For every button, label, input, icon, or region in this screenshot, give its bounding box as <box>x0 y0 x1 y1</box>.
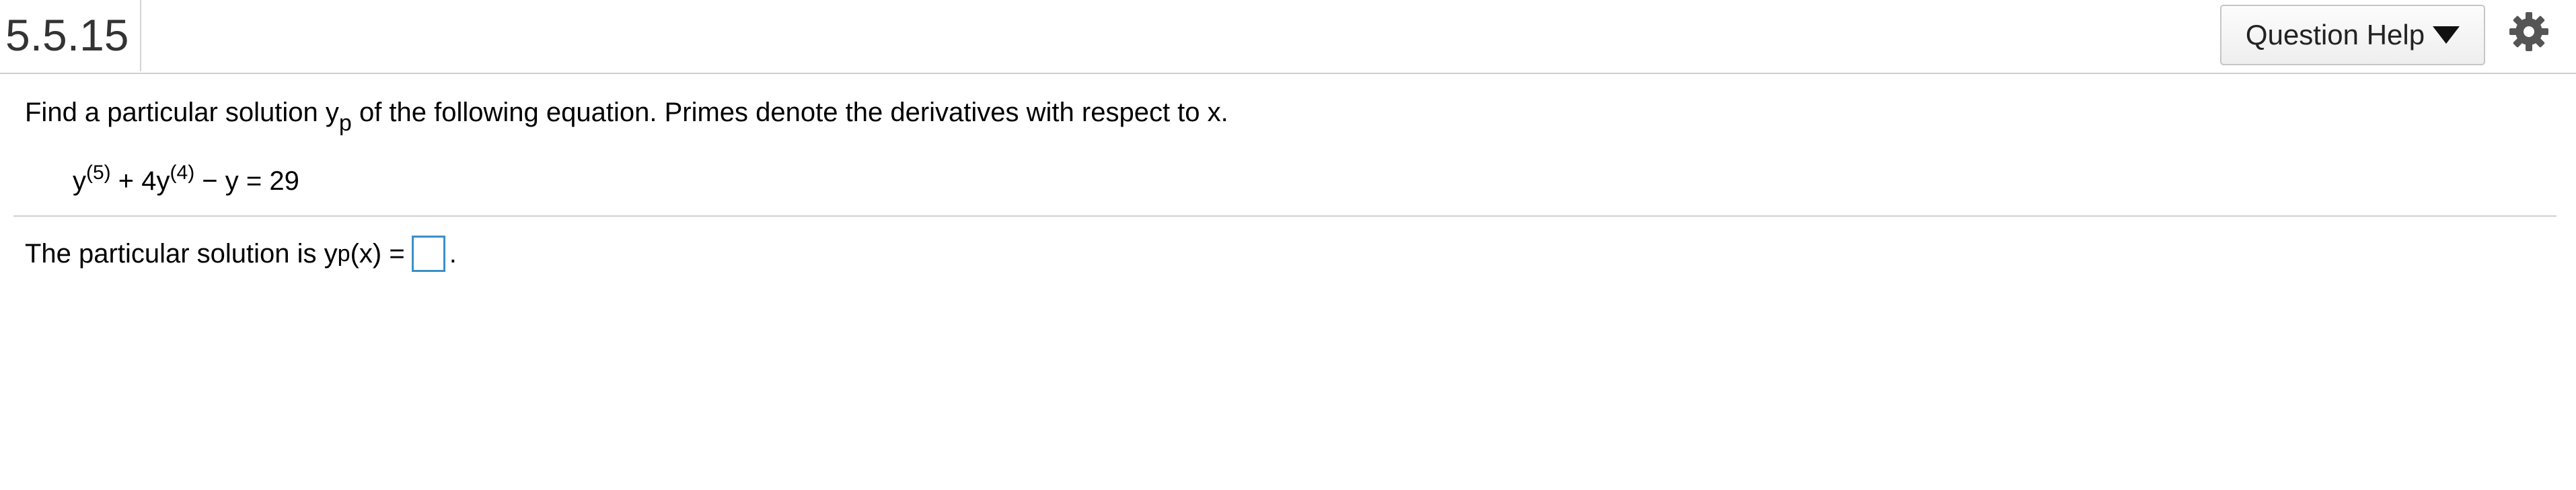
differential-equation: y(5) + 4y(4) − y = 29 <box>73 162 299 197</box>
problem-statement: Find a particular solution yp of the fol… <box>25 94 1228 141</box>
section-divider <box>13 215 2556 217</box>
answer-prefix: The particular solution is y <box>25 239 338 269</box>
eq-term2-order: (4) <box>170 162 195 184</box>
question-help-button[interactable]: Question Help <box>2220 5 2485 65</box>
caret-down-icon <box>2433 26 2460 44</box>
eq-term1-base: y <box>73 166 86 196</box>
question-help-label: Question Help <box>2245 19 2425 50</box>
answer-prefix-rest: (x) = <box>350 239 405 269</box>
eq-rest: − y = 29 <box>194 166 299 196</box>
problem-intro-text: Find a particular solution y <box>25 98 339 127</box>
subscript-p: p <box>338 110 352 136</box>
question-toolbar: 5.5.15 Question Help <box>0 0 2576 74</box>
eq-term1-order: (5) <box>86 162 111 184</box>
problem-intro-rest: of the following equation. Primes denote… <box>351 98 1228 127</box>
answer-subscript-p: p <box>337 241 351 267</box>
answer-line: The particular solution is y p (x) = . <box>25 236 457 272</box>
gear-icon[interactable] <box>2508 11 2550 53</box>
answer-suffix: . <box>449 239 457 269</box>
answer-input[interactable] <box>411 236 445 272</box>
question-number: 5.5.15 <box>5 0 141 71</box>
eq-term2-base: + 4y <box>110 166 170 196</box>
